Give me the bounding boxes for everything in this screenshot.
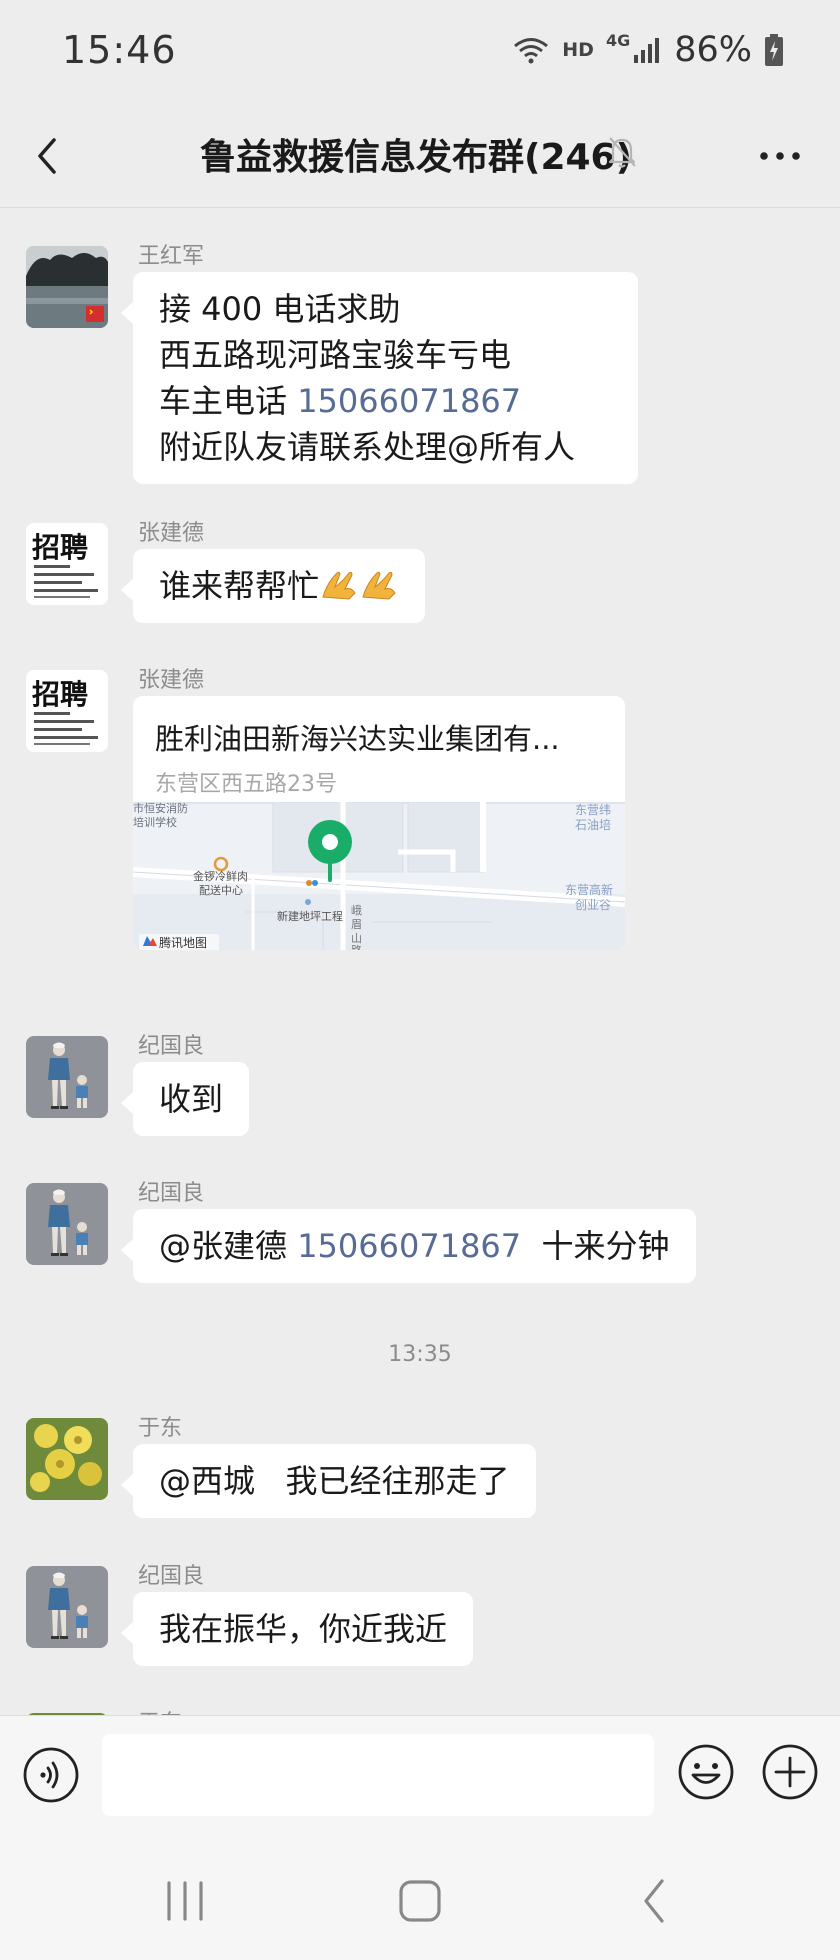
map-label-school: 市恒安消防 [133,802,188,815]
signal-icon [634,38,660,63]
message-text: 收到 [159,1080,224,1118]
recent-apps-button[interactable] [157,1873,213,1929]
phone-prefix: 车主电话 [159,382,298,420]
pray-hands-emoji [362,571,396,600]
parent-child-avatar [26,1036,108,1118]
plus-icon [762,1744,818,1800]
map-preview: 市恒安消防 培训学校 金锣冷鲜肉 配送中心 新建地坪工程 峨 眉 山 路 [133,802,625,950]
sender-name: 张建德 [138,668,205,693]
lake-photo-avatar [26,246,108,328]
svg-text:招聘: 招聘 [32,678,88,711]
emoji-button[interactable] [676,1742,736,1802]
location-title: 胜利油田新海兴达实业集团有... [155,722,560,756]
recruit-poster-avatar: 招聘 [26,670,108,752]
message-line: 接 400 电话求助 [159,290,401,328]
text-bubble[interactable]: 我在振华，你近我近 [120,1592,474,1666]
mute-bell-icon [608,137,636,168]
battery-percent: 86% [674,30,752,70]
chat-screen: 15:46 HD 4G 86% 鲁益救援信息发布群(246) 王红军 接 400… [0,0,840,1960]
parent-child-avatar [26,1566,108,1648]
nav-bar: 鲁益救援信息发布群(246) [0,100,840,208]
sender-name: 纪国良 [138,1181,205,1206]
recent-apps-icon [167,1881,203,1921]
pray-hands-emoji [322,571,356,600]
system-navigation-bar [0,1833,840,1960]
more-icon [760,152,800,160]
sender-name: 纪国良 [138,1034,205,1059]
emoji-icon [678,1744,734,1800]
recruit-poster-avatar: 招聘 [26,523,108,605]
voice-button[interactable] [22,1746,80,1804]
back-button[interactable] [24,128,80,184]
time-divider: 13:35 [388,1342,452,1367]
status-time: 15:46 [62,28,177,72]
svg-text:峨 眉 山: 峨 眉 山 路 [351,904,366,950]
sender-name: 纪国良 [138,1564,205,1589]
sender-name: 王红军 [138,244,205,269]
system-back-icon [644,1879,664,1923]
system-back-button[interactable] [628,1873,684,1929]
avatar[interactable] [26,1566,108,1648]
wifi-icon [514,38,549,64]
home-icon [399,1880,441,1922]
avatar[interactable] [26,1418,108,1500]
message-line: 附近队友请联系处理@所有人 [159,428,576,466]
avatar[interactable]: 招聘 [26,523,108,605]
parent-child-avatar [26,1183,108,1265]
svg-text:招聘: 招聘 [32,531,88,564]
yellow-flowers-avatar [26,1418,108,1500]
chat-list[interactable]: 王红军 接 400 电话求助 西五路现河路宝骏车亏电 车主电话 15066071… [0,210,840,1715]
avatar[interactable] [26,1036,108,1118]
sender-name: 于东 [138,1705,182,1715]
phone-link[interactable]: 15066071867 [297,382,521,420]
sender-name: 于东 [138,1416,183,1441]
status-indicators: HD 4G 86% [512,30,784,70]
phone-link[interactable]: 15066071867 [297,1227,521,1265]
voice-icon [23,1747,79,1803]
message-text: 十来分钟 [521,1227,670,1265]
back-arrow-icon [38,138,56,174]
group-title: 鲁益救援信息发布群(246) [200,137,633,178]
avatar[interactable] [26,1183,108,1265]
text-bubble[interactable]: 收到 [120,1062,250,1136]
home-button[interactable] [392,1873,448,1929]
text-bubble[interactable]: 谁来帮帮忙 [120,549,426,623]
text-bubble[interactable]: 接 400 电话求助 西五路现河路宝骏车亏电 车主电话 15066071867 … [121,272,638,484]
svg-text:新建地坪工程: 新建地坪工程 [277,909,343,923]
more-functions-button[interactable] [760,1742,820,1802]
message-input[interactable] [102,1734,654,1816]
network-type: 4G [605,30,631,50]
svg-text:腾讯地图: 腾讯地图 [159,935,207,950]
message-line: 车主电话 15066071867 [159,378,612,424]
message-text: 我在振华，你近我近 [159,1610,448,1648]
text-bubble[interactable]: @张建德 15066071867 十来分钟 [121,1209,696,1283]
status-bar: 15:46 HD 4G 86% [0,0,840,100]
text-bubble[interactable]: @西城 我已经往那走了 [121,1444,536,1518]
location-address: 东营区西五路23号 [155,772,337,797]
sender-name: 张建德 [138,521,205,546]
message-text: @西城 我已经往那走了 [159,1462,510,1500]
message-text: 谁来帮帮忙 [159,567,320,605]
avatar[interactable]: 招聘 [26,670,108,752]
battery-charging-icon [765,34,783,66]
message-line: 西五路现河路宝骏车亏电 [159,336,512,374]
more-button[interactable] [750,132,810,180]
location-card[interactable]: 胜利油田新海兴达实业集团有... 东营区西五路23号 市恒安消防 培训学校 金锣… [133,696,625,950]
avatar[interactable] [26,246,108,328]
hd-indicator: HD [562,39,594,61]
mention[interactable]: @张建德 [159,1227,297,1265]
input-bar [0,1715,840,1833]
